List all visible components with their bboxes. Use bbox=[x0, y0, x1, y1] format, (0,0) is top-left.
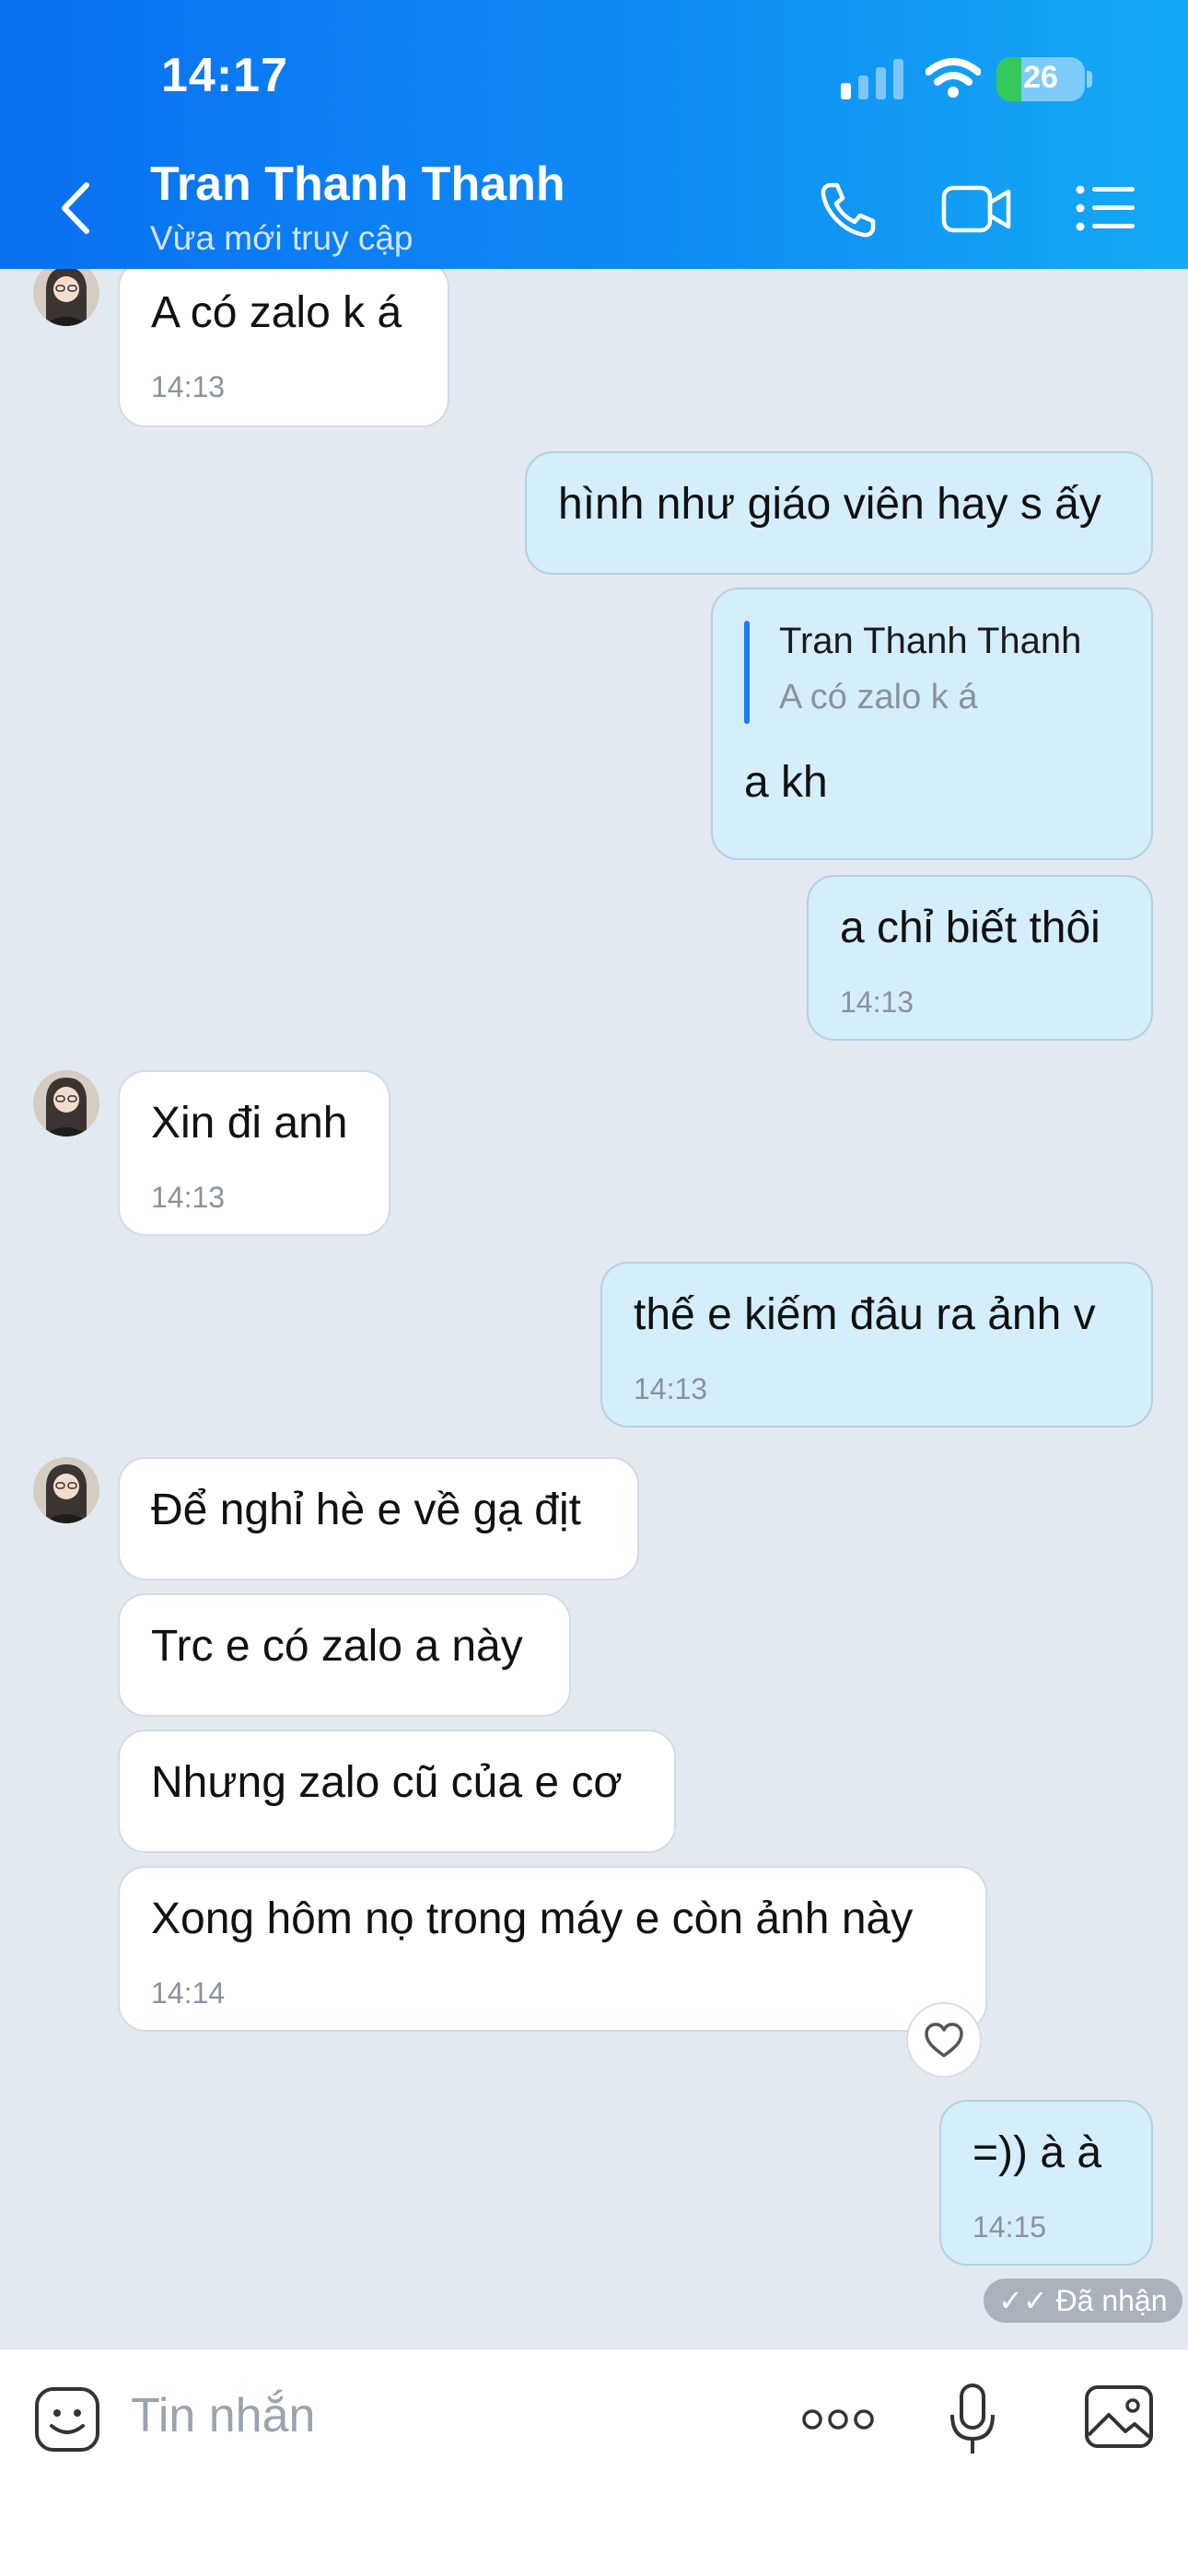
video-icon[interactable] bbox=[941, 182, 1011, 236]
message-text: a kh bbox=[744, 758, 828, 807]
message-text: A có zalo k á bbox=[151, 288, 402, 337]
message-text: Nhưng zalo cũ của e cơ bbox=[151, 1758, 623, 1807]
battery-tip bbox=[1087, 71, 1092, 87]
sticker-icon[interactable] bbox=[33, 2385, 101, 2454]
message-text: Xong hôm nọ trong máy e còn ảnh này bbox=[151, 1894, 914, 1943]
message-text: =)) à à bbox=[973, 2128, 1102, 2177]
menu-icon[interactable] bbox=[1076, 184, 1135, 232]
incoming-message[interactable]: Xin đi anh 14:13 bbox=[118, 1070, 390, 1236]
wifi-icon bbox=[926, 58, 981, 98]
contact-avatar[interactable] bbox=[33, 1070, 99, 1136]
outgoing-message[interactable]: hình như giáo viên hay s ấy bbox=[525, 451, 1153, 575]
incoming-message[interactable]: Trc e có zalo a này bbox=[118, 1593, 571, 1717]
message-text: thế e kiếm đâu ra ảnh v bbox=[634, 1290, 1096, 1339]
message-time: 14:13 bbox=[840, 985, 914, 1019]
message-text: hình như giáo viên hay s ấy bbox=[558, 480, 1101, 529]
incoming-message[interactable]: A có zalo k á 14:13 bbox=[118, 260, 449, 427]
message-time: 14:15 bbox=[973, 2210, 1047, 2244]
message-time: 14:14 bbox=[151, 1976, 226, 2010]
double-check-icon: ✓✓ bbox=[998, 2284, 1048, 2317]
outgoing-reply-message[interactable]: Tran Thanh Thanh A có zalo k á a kh bbox=[711, 588, 1153, 860]
contact-avatar[interactable] bbox=[33, 1457, 99, 1523]
microphone-icon[interactable] bbox=[949, 2382, 996, 2457]
contact-avatar[interactable] bbox=[33, 260, 99, 326]
heart-icon bbox=[925, 2022, 963, 2057]
chat-header: 14:17 26 Tran Thanh Thanh Vừa mới truy c… bbox=[0, 0, 1188, 269]
message-text: Trc e có zalo a này bbox=[151, 1622, 523, 1671]
quote-bar bbox=[744, 621, 750, 724]
composer-bar bbox=[0, 2349, 1188, 2576]
quoted-sender: Tran Thanh Thanh bbox=[779, 621, 1082, 661]
delivery-status-badge: ✓✓ Đã nhận bbox=[984, 2279, 1182, 2323]
message-input[interactable]: Tin nhắn bbox=[131, 2388, 315, 2443]
more-icon[interactable] bbox=[801, 2401, 875, 2438]
quoted-text: A có zalo k á bbox=[779, 678, 978, 717]
status-time: 14:17 bbox=[161, 49, 288, 102]
outgoing-message[interactable]: =)) à à 14:15 bbox=[939, 2100, 1153, 2266]
signal-icon bbox=[841, 59, 903, 99]
incoming-message[interactable]: Xong hôm nọ trong máy e còn ảnh này 14:1… bbox=[118, 1866, 987, 2032]
outgoing-message[interactable]: a chỉ biết thôi 14:13 bbox=[807, 875, 1153, 1041]
incoming-message[interactable]: Để nghỉ hè e về gạ địt bbox=[118, 1457, 639, 1580]
delivery-status-text: Đã nhận bbox=[1055, 2284, 1168, 2317]
reaction-button[interactable] bbox=[906, 2002, 982, 2078]
phone-icon[interactable] bbox=[818, 180, 879, 240]
battery-indicator: 26 bbox=[996, 57, 1085, 101]
image-icon[interactable] bbox=[1083, 2384, 1155, 2450]
message-time: 14:13 bbox=[151, 1181, 226, 1214]
contact-name[interactable]: Tran Thanh Thanh bbox=[150, 157, 565, 212]
battery-percentage: 26 bbox=[1023, 60, 1058, 95]
outgoing-message[interactable]: thế e kiếm đâu ra ảnh v 14:13 bbox=[600, 1262, 1153, 1428]
back-icon[interactable] bbox=[57, 180, 94, 237]
message-time: 14:13 bbox=[634, 1372, 708, 1405]
message-text: a chỉ biết thôi bbox=[840, 903, 1101, 952]
message-text: Xin đi anh bbox=[151, 1099, 348, 1148]
message-text: Để nghỉ hè e về gạ địt bbox=[151, 1486, 581, 1534]
incoming-message[interactable]: Nhưng zalo cũ của e cơ bbox=[118, 1730, 676, 1853]
contact-status: Vừa mới truy cập bbox=[150, 219, 413, 257]
message-time: 14:13 bbox=[151, 370, 226, 403]
